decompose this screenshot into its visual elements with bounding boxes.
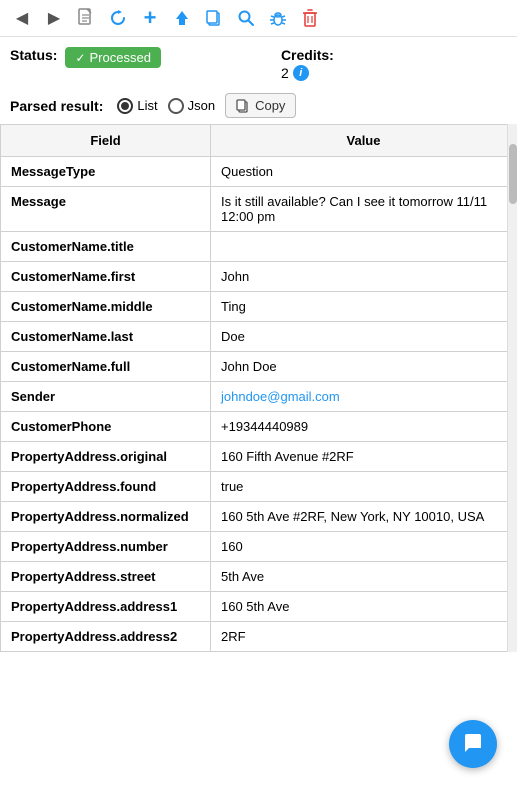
field-header: Field [1,125,211,157]
value-cell: Ting [211,292,517,322]
value-cell: John Doe [211,352,517,382]
table-row: CustomerName.title [1,232,517,262]
table-row: PropertyAddress.foundtrue [1,472,517,502]
value-cell: 5th Ave [211,562,517,592]
forward-button[interactable]: ▶ [42,6,66,30]
status-row: Status: ✓ Processed Credits: 2 i [0,37,517,87]
credits-label: Credits: [281,47,334,63]
table-wrapper: Field Value MessageTypeQuestionMessageIs… [0,124,517,652]
chat-fab-icon [461,732,485,756]
value-cell: true [211,472,517,502]
search-icon[interactable] [234,6,258,30]
table-row: PropertyAddress.address1160 5th Ave [1,592,517,622]
field-cell: Message [1,187,211,232]
document-icon[interactable] [74,6,98,30]
back-button[interactable]: ◀ [10,6,34,30]
chat-fab-button[interactable] [449,720,497,768]
table-row: MessageIs it still available? Can I see … [1,187,517,232]
radio-list-circle [117,98,133,114]
value-cell: 160 5th Ave #2RF, New York, NY 10010, US… [211,502,517,532]
field-cell: CustomerPhone [1,412,211,442]
field-cell: PropertyAddress.address1 [1,592,211,622]
copy-btn-icon [236,99,250,113]
field-cell: PropertyAddress.street [1,562,211,592]
info-icon[interactable]: i [293,65,309,81]
credits-value: 2 i [281,63,334,81]
table-row: PropertyAddress.number160 [1,532,517,562]
field-cell: PropertyAddress.address2 [1,622,211,652]
status-label: Status: [10,47,57,63]
copy-button[interactable]: Copy [225,93,296,118]
credits-number: 2 [281,65,289,81]
upload-icon[interactable] [170,6,194,30]
field-cell: PropertyAddress.found [1,472,211,502]
field-cell: PropertyAddress.number [1,532,211,562]
value-cell: Doe [211,322,517,352]
field-cell: Sender [1,382,211,412]
radio-list-label: List [137,98,157,113]
table-header-row: Field Value [1,125,517,157]
table-row: Sender johndoe@gmail.com [1,382,517,412]
table-row: PropertyAddress.original160 Fifth Avenue… [1,442,517,472]
radio-json-option[interactable]: Json [168,98,215,114]
toolbar: ◀ ▶ + [0,0,517,37]
table-row: CustomerName.lastDoe [1,322,517,352]
delete-icon[interactable] [298,6,322,30]
radio-json-label: Json [188,98,215,113]
field-cell: PropertyAddress.normalized [1,502,211,532]
table-row: CustomerName.middleTing [1,292,517,322]
table-row: PropertyAddress.address22RF [1,622,517,652]
radio-list-option[interactable]: List [117,98,157,114]
value-header: Value [211,125,517,157]
checkmark-icon: ✓ [75,51,85,65]
field-cell: CustomerName.last [1,322,211,352]
scrollbar-track[interactable] [507,124,517,652]
copy2-icon[interactable] [202,6,226,30]
page-container: ◀ ▶ + [0,0,517,652]
radio-group: List Json [117,98,215,114]
value-cell: Question [211,157,517,187]
field-cell: MessageType [1,157,211,187]
refresh-icon[interactable] [106,6,130,30]
table-row: CustomerName.firstJohn [1,262,517,292]
credits-section: Credits: 2 i [281,47,334,81]
value-cell: +19344440989 [211,412,517,442]
value-cell: 2RF [211,622,517,652]
add-icon[interactable]: + [138,6,162,30]
table-row: CustomerPhone+19344440989 [1,412,517,442]
status-badge: ✓ Processed [65,47,160,68]
value-cell: 160 5th Ave [211,592,517,622]
value-cell: John [211,262,517,292]
value-cell: 160 Fifth Avenue #2RF [211,442,517,472]
email-link[interactable]: johndoe@gmail.com [221,389,340,404]
field-cell: PropertyAddress.original [1,442,211,472]
field-cell: CustomerName.title [1,232,211,262]
field-cell: CustomerName.full [1,352,211,382]
value-cell: johndoe@gmail.com [211,382,517,412]
value-cell [211,232,517,262]
bug-icon[interactable] [266,6,290,30]
field-cell: CustomerName.first [1,262,211,292]
parsed-result-row: Parsed result: List Json Copy [0,87,517,124]
value-cell: 160 [211,532,517,562]
field-cell: CustomerName.middle [1,292,211,322]
value-cell: Is it still available? Can I see it tomo… [211,187,517,232]
data-table: Field Value MessageTypeQuestionMessageIs… [0,124,517,652]
table-row: MessageTypeQuestion [1,157,517,187]
scrollbar-thumb[interactable] [509,144,517,204]
parsed-result-label: Parsed result: [10,98,103,114]
table-row: PropertyAddress.street5th Ave [1,562,517,592]
radio-json-circle [168,98,184,114]
table-row: CustomerName.fullJohn Doe [1,352,517,382]
table-row: PropertyAddress.normalized160 5th Ave #2… [1,502,517,532]
copy-button-label: Copy [255,98,285,113]
status-badge-text: Processed [90,50,151,65]
